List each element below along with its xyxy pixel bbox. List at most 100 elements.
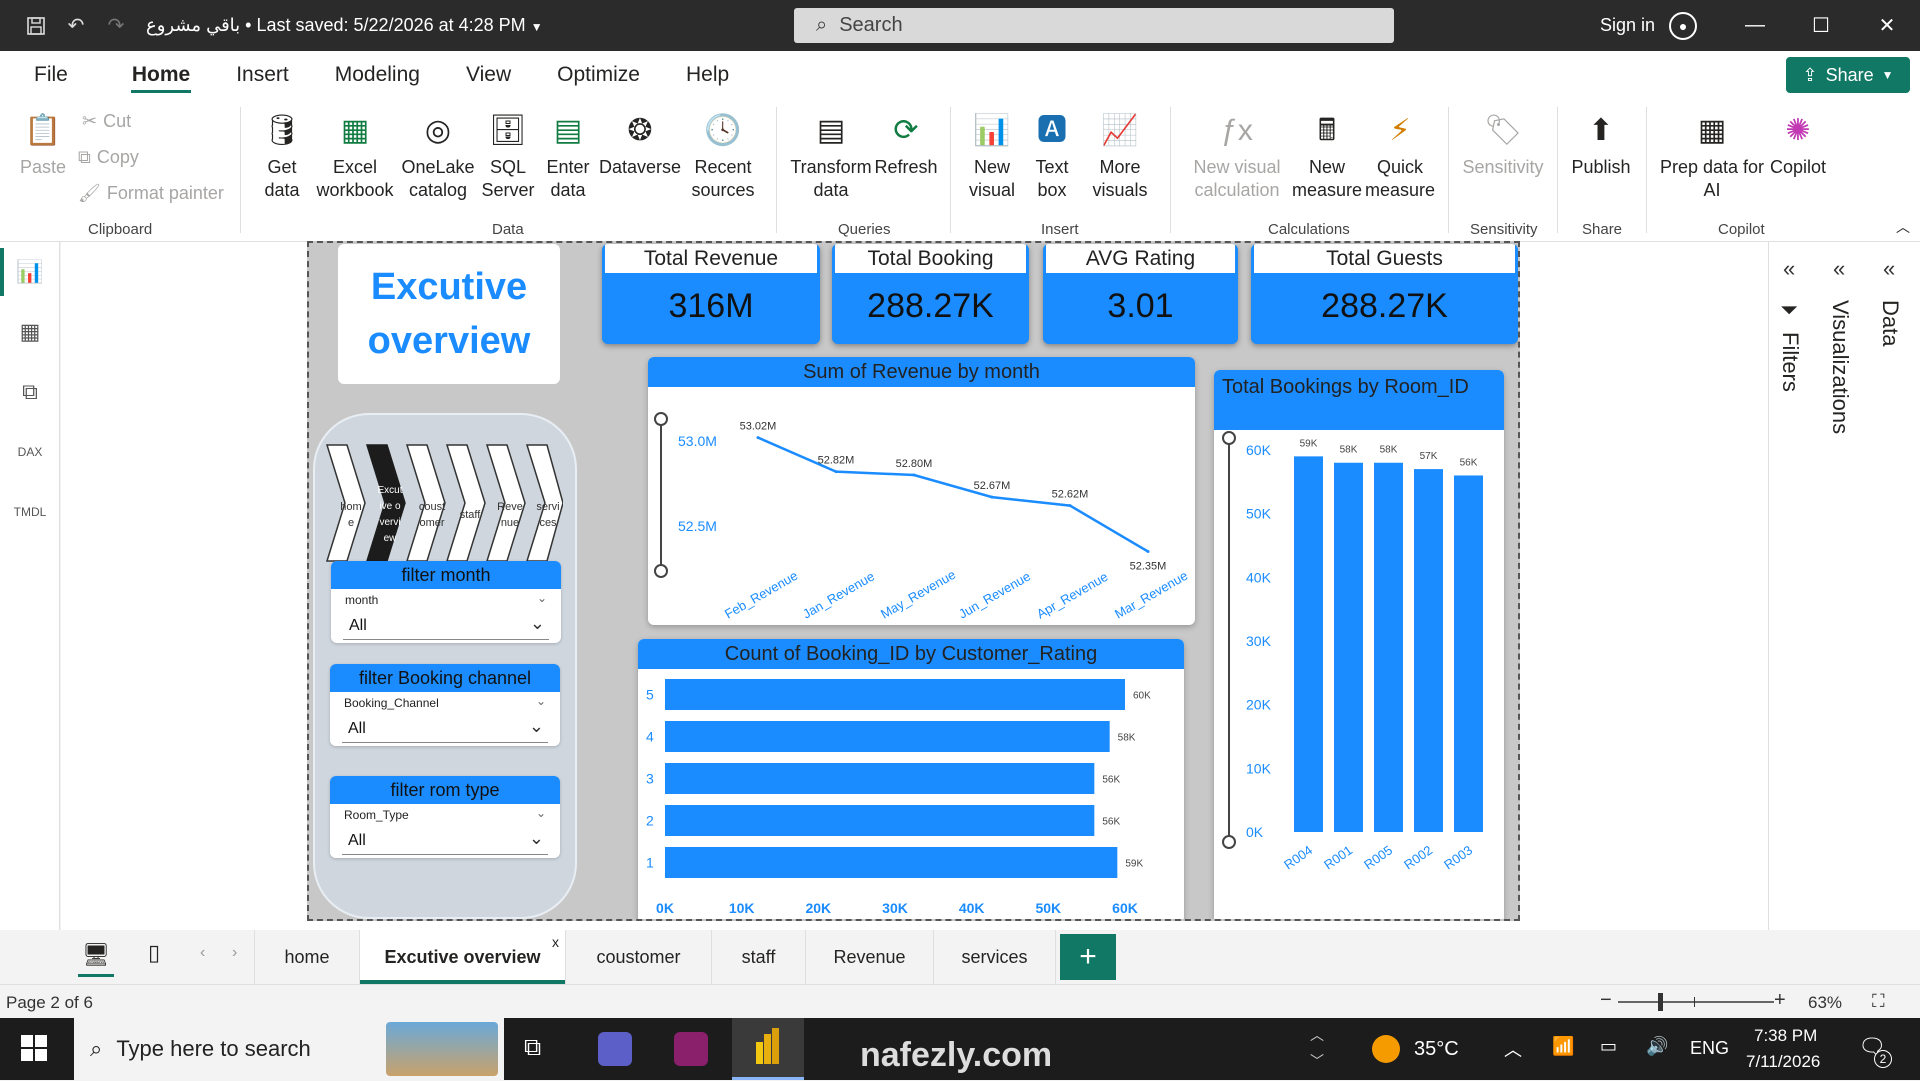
mobile-layout-icon[interactable]: ▯ [148,940,160,966]
weather-temp[interactable]: 35°C [1414,1038,1459,1061]
tab-optimize[interactable]: Optimize [534,51,663,99]
chevron-down-icon[interactable]: ⌄ [536,806,546,820]
slicer-selected-value[interactable]: All [348,832,366,850]
slicer-selected-value[interactable]: All [348,720,366,738]
zoom-slider-thumb[interactable] [1658,993,1663,1011]
slicer-booking-channel[interactable]: filter Booking channel Booking_Channel ⌄… [330,664,560,746]
collapse-icon[interactable]: « [1833,256,1845,282]
copy-button[interactable]: ⧉ Copy [78,147,139,168]
document-title[interactable]: باقي مشروع • Last saved: 5/22/2026 at 4:… [146,15,543,36]
enter-data-button[interactable]: ▤ Enter data [540,107,596,202]
prev-page-icon[interactable]: ‹ [200,944,205,962]
close-tab-icon[interactable]: x [552,934,559,950]
task-view-icon[interactable]: ⧉ [524,1034,541,1062]
page-tab-home[interactable]: home [254,930,360,984]
volume-icon[interactable]: 🔊 [1646,1036,1668,1057]
refresh-button[interactable]: ⟳ Refresh [874,107,938,179]
sign-in-button[interactable]: Sign in ● [1600,0,1698,51]
slicer-room-type[interactable]: filter rom type Room_Type ⌄ All ⌄ [330,776,560,858]
minimize-icon[interactable]: — [1722,0,1788,51]
next-page-icon[interactable]: › [232,944,237,962]
quick-measure-button[interactable]: ⚡ Quick measure [1362,107,1438,202]
clock-date[interactable]: 7/11/2026 [1746,1052,1820,1072]
teams-icon[interactable] [598,1032,632,1066]
chevron-down-icon[interactable]: ⌄ [537,591,547,605]
tray-overflow-icon[interactable]: ︿ ﹀ [1310,1022,1324,1074]
zoom-level[interactable]: 63% [1808,993,1842,1013]
prep-data-for-ai-button[interactable]: ▦ Prep data for AI [1656,107,1768,202]
zoom-out-button[interactable]: − [1600,989,1612,1012]
zoom-slider[interactable] [1618,993,1774,1011]
table-view-icon[interactable]: ▦ [14,316,46,348]
pdf-app-icon[interactable] [674,1032,708,1066]
redo-icon[interactable]: ↷ [96,0,136,51]
weather-icon[interactable] [1372,1035,1400,1063]
kpi-card-total-booking[interactable]: Total Booking 288.27K [832,244,1029,344]
windows-start-icon[interactable] [20,1034,48,1062]
bar-chart-booking-by-rating[interactable]: Count of Booking_ID by Customer_Rating 5… [638,639,1184,919]
kpi-card-avg-rating[interactable]: AVG Rating 3.01 [1043,244,1238,344]
recent-sources-button[interactable]: 🕓 Recent sources [688,107,758,202]
kpi-card-total-guests[interactable]: Total Guests 288.27K [1251,244,1518,344]
save-icon[interactable] [16,0,56,51]
tab-insert[interactable]: Insert [213,51,312,99]
slicer-month[interactable]: filter month month ⌄ All ⌄ [331,561,561,643]
tab-view[interactable]: View [443,51,534,99]
kpi-card-total-revenue[interactable]: Total Revenue 316M [602,244,820,344]
copilot-button[interactable]: ✺ Copilot [1758,107,1838,179]
transform-data-button[interactable]: ▤ Transform data [788,107,874,202]
add-page-button[interactable]: + [1060,934,1116,980]
language-indicator[interactable]: ENG [1690,1038,1729,1059]
text-box-button[interactable]: 🅰 Text box [1024,107,1080,202]
excel-workbook-button[interactable]: ▦ Excel workbook [312,107,398,202]
dataverse-button[interactable]: ❂ Dataverse [596,107,684,179]
page-tab-revenue[interactable]: Revenue [806,930,934,984]
filters-pane-tab[interactable]: « ⏷ Filters [1769,242,1819,930]
search-box[interactable]: ⌕ Search [794,8,1394,43]
column-chart-bookings-by-room[interactable]: Total Bookings by Room_ID 60K 50K 40K 30K 20… [1214,370,1504,919]
battery-icon[interactable]: ▭ [1600,1036,1617,1057]
more-visuals-button[interactable]: 📈 More visuals [1082,107,1158,202]
fit-to-page-icon[interactable]: ⛶ [1872,991,1885,1012]
new-visual-calculation-button[interactable]: ƒx New visual calculation [1182,107,1292,202]
maximize-icon[interactable]: ☐ [1788,0,1854,51]
onelake-catalog-button[interactable]: ◎ OneLake catalog [398,107,478,202]
undo-icon[interactable]: ↶ [56,0,96,51]
chevron-down-icon[interactable]: ⌄ [529,716,544,737]
publish-button[interactable]: ⬆ Publish [1566,107,1636,179]
sql-server-button[interactable]: 🗄 SQL Server [480,107,536,202]
chevron-down-icon[interactable]: ⌄ [529,828,544,849]
tab-modeling[interactable]: Modeling [312,51,443,99]
sensitivity-button[interactable]: 🏷 Sensitivity [1458,107,1548,179]
tmdl-view-icon[interactable]: TMDL [14,496,47,528]
tab-help[interactable]: Help [663,51,752,99]
format-painter-button[interactable]: 🖌 Format painter [78,183,224,204]
cut-button[interactable]: ✂ Cut [82,111,131,132]
share-button[interactable]: ⇪ Share ▼ [1786,57,1910,93]
report-view-icon[interactable]: 📊 [0,248,46,296]
show-hidden-icons[interactable]: ︿ [1504,1036,1522,1062]
close-icon[interactable]: ✕ [1854,0,1920,51]
tab-home[interactable]: Home [109,51,213,99]
chevron-down-icon[interactable]: ⌄ [536,694,546,708]
line-chart-revenue-by-month[interactable]: Sum of Revenue by month 53.0M 52.5M 53.02M… [648,357,1195,625]
paste-button[interactable]: 📋 Paste [18,107,68,179]
taskbar-search[interactable]: ⌕ Type here to search [74,1018,504,1080]
clock-time[interactable]: 7:38 PM [1754,1026,1817,1046]
desktop-layout-icon[interactable]: 🖥 [78,942,114,977]
collapse-icon[interactable]: « [1783,256,1795,282]
visualizations-pane-tab[interactable]: « Visualizations [1819,242,1869,930]
slicer-selected-value[interactable]: All [349,617,367,635]
power-bi-taskbar-icon[interactable] [732,1018,804,1080]
dax-query-view-icon[interactable]: DAX [14,436,46,468]
model-view-icon[interactable]: ⧉ [14,376,46,408]
page-tab-excutive-overview[interactable]: Excutive overview x [360,930,566,984]
page-tab-coustomer[interactable]: coustomer [566,930,712,984]
new-visual-button[interactable]: 📊 New visual [962,107,1022,202]
new-measure-button[interactable]: 🖩 New measure [1290,107,1364,202]
page-tab-staff[interactable]: staff [712,930,806,984]
page-tab-services[interactable]: services [934,930,1056,984]
tab-file[interactable]: File [0,51,91,99]
get-data-button[interactable]: 🛢 Get data [252,107,312,202]
data-pane-tab[interactable]: « Data [1869,242,1919,930]
